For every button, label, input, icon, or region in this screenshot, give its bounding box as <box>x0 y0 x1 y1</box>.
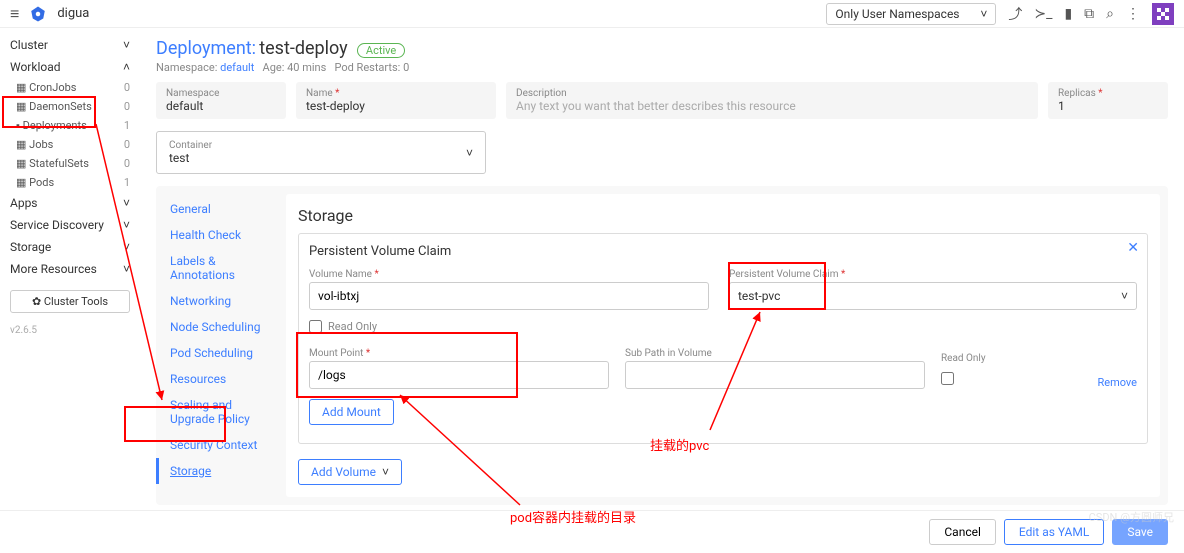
cluster-name[interactable]: digua <box>57 6 89 21</box>
sidebar-item-deployments[interactable]: ▪ Deployments1 <box>0 116 140 135</box>
tab-health-check[interactable]: Health Check <box>156 222 286 248</box>
chevron-down-icon: ˅ <box>1121 289 1128 303</box>
chevron-down-icon: ˅ <box>382 465 389 479</box>
chevron-down-icon: ˅ <box>466 146 473 160</box>
page-header: Deployment: test-deploy Active Namespace… <box>156 38 1168 74</box>
namespace-link[interactable]: default <box>220 61 254 74</box>
topbar: ≡ digua Only User Namespaces ˅ ⤴ ≻_ ▮ ⧉ … <box>0 0 1184 28</box>
avatar[interactable] <box>1152 3 1174 25</box>
config-body: Storage Persistent Volume Claim ✕ Volume… <box>286 194 1160 497</box>
pvc-box: Persistent Volume Claim ✕ Volume Name * … <box>298 233 1148 444</box>
resource-type: Deployment: <box>156 38 256 59</box>
sidebar-group-more-resources[interactable]: More Resources˅ <box>0 258 140 280</box>
top-fields: Namespace default Name * test-deploy Des… <box>156 82 1168 119</box>
remove-mount-link[interactable]: Remove <box>1097 376 1137 389</box>
tab-node-scheduling[interactable]: Node Scheduling <box>156 314 286 340</box>
cluster-tools-button[interactable]: ✿ Cluster Tools <box>10 290 130 313</box>
version-label: v2.6.5 <box>0 323 140 338</box>
sidebar-group-apps[interactable]: Apps˅ <box>0 192 140 214</box>
kebab-icon[interactable]: ⋮ <box>1126 6 1140 22</box>
section-title: Storage <box>298 206 1148 225</box>
namespace-filter-value: Only User Namespaces <box>835 7 959 21</box>
tab-general[interactable]: General <box>156 196 286 222</box>
pvc-title: Persistent Volume Claim <box>309 244 1137 259</box>
sidebar-group-workload[interactable]: Workload˄ <box>0 56 140 78</box>
sidebar-group-cluster[interactable]: Cluster˅ <box>0 34 140 56</box>
tab-security-context[interactable]: Security Context <box>156 432 286 458</box>
terminal-icon[interactable]: ≻_ <box>1034 6 1052 22</box>
replicas-field[interactable]: Replicas * 1 <box>1048 82 1168 119</box>
config-tabs: General Health Check Labels & Annotation… <box>156 186 286 505</box>
namespace-filter-select[interactable]: Only User Namespaces ˅ <box>826 3 996 25</box>
hamburger-icon[interactable]: ≡ <box>10 4 19 24</box>
volume-name-input[interactable] <box>309 282 709 310</box>
volume-readonly-checkbox[interactable] <box>309 320 322 333</box>
status-badge: Active <box>357 43 405 58</box>
annotation-text-mount: pod容器内挂载的目录 <box>510 507 636 526</box>
mount-point-input[interactable] <box>309 361 609 389</box>
sidebar-item-jobs[interactable]: ▦ Jobs0 <box>0 135 140 154</box>
mount-readonly-checkbox[interactable] <box>941 372 954 385</box>
sidebar-group-service-discovery[interactable]: Service Discovery˅ <box>0 214 140 236</box>
tab-scaling[interactable]: Scaling and Upgrade Policy <box>156 392 286 432</box>
annotation-text-pvc: 挂载的pvc <box>650 435 709 454</box>
add-mount-button[interactable]: Add Mount <box>309 399 394 425</box>
resource-name: test-deploy <box>259 38 347 59</box>
content: Deployment: test-deploy Active Namespace… <box>140 28 1184 553</box>
pvc-select[interactable]: test-pvc ˅ <box>729 282 1137 310</box>
sidebar-item-daemonsets[interactable]: ▦ DaemonSets0 <box>0 97 140 116</box>
cancel-button[interactable]: Cancel <box>929 519 996 545</box>
namespace-field[interactable]: Namespace default <box>156 82 286 119</box>
sidebar: Cluster˅ Workload˄ ▦ CronJobs0 ▦ DaemonS… <box>0 28 140 553</box>
tab-labels[interactable]: Labels & Annotations <box>156 248 286 288</box>
tab-resources[interactable]: Resources <box>156 366 286 392</box>
chevron-down-icon: ˅ <box>980 7 987 21</box>
file-icon[interactable]: ▮ <box>1064 6 1072 22</box>
search-icon[interactable]: ⌕ <box>1106 6 1114 22</box>
sidebar-item-pods[interactable]: ▦ Pods1 <box>0 173 140 192</box>
tab-pod-scheduling[interactable]: Pod Scheduling <box>156 340 286 366</box>
sidebar-item-cronjobs[interactable]: ▦ CronJobs0 <box>0 78 140 97</box>
tab-storage[interactable]: Storage <box>156 458 286 484</box>
subpath-input[interactable] <box>625 361 925 389</box>
watermark: CSDN @方圆师兄 <box>1089 509 1174 525</box>
config-section: General Health Check Labels & Annotation… <box>156 186 1168 505</box>
close-icon[interactable]: ✕ <box>1127 240 1139 256</box>
add-volume-button[interactable]: Add Volume ˅ <box>298 459 402 485</box>
volume-readonly-label: Read Only <box>328 320 377 333</box>
container-select[interactable]: Container test ˅ <box>156 131 486 174</box>
upload-icon[interactable]: ⤴ <box>1008 4 1022 24</box>
sidebar-item-statefulsets[interactable]: ▦ StatefulSets0 <box>0 154 140 173</box>
sidebar-group-storage[interactable]: Storage˅ <box>0 236 140 258</box>
description-field[interactable]: Description Any text you want that bette… <box>506 82 1038 119</box>
copy-icon[interactable]: ⧉ <box>1084 6 1094 22</box>
tab-networking[interactable]: Networking <box>156 288 286 314</box>
meta-row: Namespace: default Age: 40 mins Pod Rest… <box>156 61 1168 74</box>
kubernetes-logo-icon <box>29 5 47 23</box>
name-field: Name * test-deploy <box>296 82 496 119</box>
